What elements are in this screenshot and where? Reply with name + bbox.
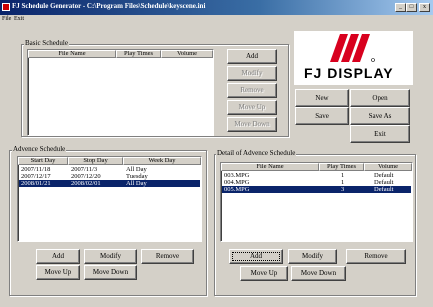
- minimize-button[interactable]: _: [395, 3, 406, 12]
- menu-bar: File Exit: [0, 15, 433, 25]
- advance-cell-start: 2008/01/21: [21, 180, 51, 187]
- advance-cell-week: Tuesday: [126, 173, 148, 180]
- detail-remove-button[interactable]: Remove: [346, 249, 406, 264]
- advance-cell-stop: 2007/12/20: [71, 173, 101, 180]
- detail-cell-volume: Default: [374, 186, 394, 193]
- advance-add-button[interactable]: Add: [36, 249, 80, 264]
- advance-move-up-button[interactable]: Move Up: [36, 265, 80, 280]
- maximize-button[interactable]: □: [406, 3, 417, 12]
- detail-col-filename[interactable]: File Name: [221, 163, 319, 171]
- basic-move-up-button[interactable]: Move Up: [227, 100, 277, 115]
- basic-move-down-button[interactable]: Move Down: [227, 117, 277, 132]
- advance-col-week[interactable]: Week Day: [123, 157, 201, 165]
- advance-schedule-title: Advence Schedule: [12, 145, 67, 153]
- basic-remove-button[interactable]: Remove: [227, 83, 277, 98]
- advance-col-stop[interactable]: Stop Day: [68, 157, 123, 165]
- close-button[interactable]: x: [419, 3, 430, 12]
- basic-schedule-list[interactable]: File Name Play Times Volume: [27, 49, 214, 136]
- fj-display-logo: FJ DISPLAY: [294, 31, 413, 85]
- basic-col-volume[interactable]: Volume: [161, 50, 213, 58]
- advance-modify-button[interactable]: Modify: [84, 249, 137, 264]
- detail-cell-file: 004.MPG: [224, 179, 250, 186]
- detail-add-button[interactable]: Add: [229, 249, 283, 264]
- window-title: FJ Schedule Generator - C:\Program Files…: [12, 2, 206, 10]
- detail-cell-volume: Default: [374, 179, 394, 186]
- advance-cell-week: All Day: [126, 180, 147, 187]
- detail-row[interactable]: 003.MPG 1 Default: [222, 172, 411, 179]
- advance-cell-stop: 2007/11/3: [71, 166, 98, 173]
- detail-schedule-title: Detail of Advence Schedule: [216, 149, 297, 157]
- detail-move-up-button[interactable]: Move Up: [240, 266, 288, 281]
- advance-row[interactable]: 2007/12/17 2007/12/20 Tuesday: [19, 173, 200, 180]
- detail-cell-times: 1: [341, 179, 345, 186]
- detail-cell-volume: Default: [374, 172, 394, 179]
- detail-cell-file: 005.MPG: [224, 186, 250, 193]
- menu-file[interactable]: File: [2, 16, 11, 22]
- detail-cell-times: 3: [341, 186, 345, 193]
- save-as-button[interactable]: Save As: [350, 107, 410, 125]
- advance-cell-start: 2007/11/18: [21, 166, 51, 173]
- title-bar: FJ Schedule Generator - C:\Program Files…: [0, 0, 433, 15]
- advance-remove-button[interactable]: Remove: [141, 249, 194, 264]
- open-button[interactable]: Open: [350, 89, 410, 107]
- save-button[interactable]: Save: [295, 107, 349, 125]
- advance-col-start[interactable]: Start Day: [18, 157, 68, 165]
- detail-schedule-list[interactable]: File Name Play Times Volume 003.MPG 1 De…: [220, 162, 413, 242]
- basic-add-button[interactable]: Add: [227, 49, 277, 64]
- basic-modify-button[interactable]: Modify: [227, 66, 277, 81]
- detail-col-playtimes[interactable]: Play Times: [319, 163, 364, 171]
- detail-cell-times: 1: [341, 172, 345, 179]
- detail-modify-button[interactable]: Modify: [288, 249, 337, 264]
- basic-col-playtimes[interactable]: Play Times: [116, 50, 161, 58]
- detail-row[interactable]: 004.MPG 1 Default: [222, 179, 411, 186]
- logo-text: FJ DISPLAY: [304, 65, 394, 81]
- advance-cell-start: 2007/12/17: [21, 173, 51, 180]
- detail-cell-file: 003.MPG: [224, 172, 250, 179]
- detail-row-selected[interactable]: 005.MPG 3 Default: [222, 186, 411, 193]
- advance-move-down-button[interactable]: Move Down: [84, 265, 137, 280]
- advance-row-selected[interactable]: 2008/01/21 2008/02/01 All Day: [19, 180, 200, 187]
- advance-row[interactable]: 2007/11/18 2007/11/3 All Day: [19, 166, 200, 173]
- detail-col-volume[interactable]: Volume: [364, 163, 412, 171]
- advance-schedule-list[interactable]: Start Day Stop Day Week Day 2007/11/18 2…: [17, 156, 202, 242]
- menu-exit[interactable]: Exit: [14, 16, 24, 22]
- advance-cell-stop: 2008/02/01: [71, 180, 101, 187]
- new-button[interactable]: New: [295, 89, 349, 107]
- exit-button[interactable]: Exit: [350, 125, 410, 143]
- advance-cell-week: All Day: [126, 166, 147, 173]
- detail-move-down-button[interactable]: Move Down: [291, 266, 346, 281]
- basic-schedule-title: Basic Schedule: [24, 39, 69, 47]
- app-icon: [2, 3, 10, 11]
- basic-col-filename[interactable]: File Name: [28, 50, 116, 58]
